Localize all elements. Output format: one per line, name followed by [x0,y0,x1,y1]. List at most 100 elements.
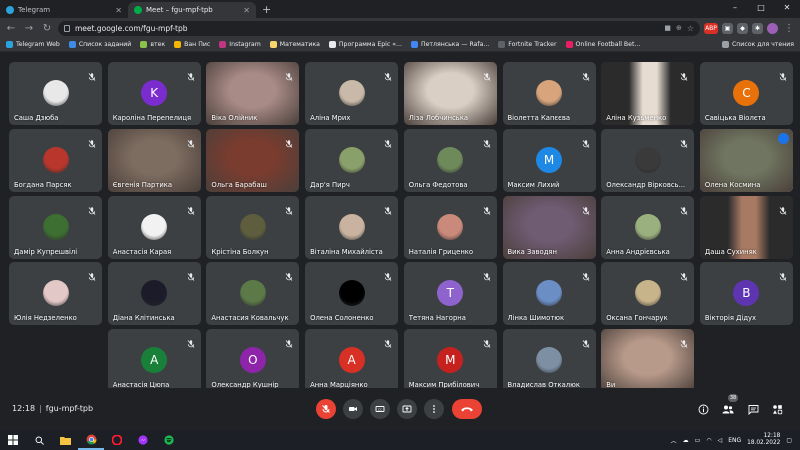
taskbar-spotify[interactable] [156,430,182,450]
participant-tile[interactable]: С Савіцька Віолєта [699,62,793,125]
participant-tile[interactable]: Віка Олiйник [206,62,300,125]
shield-icon[interactable]: ◆ [737,22,748,34]
participant-tile[interactable]: Діана Клітинська [107,262,201,326]
more-options-button[interactable] [424,399,444,419]
participant-tile[interactable]: B Вікторія Дідух [699,262,793,326]
reading-list[interactable]: Список для чтения [721,41,794,48]
search-button[interactable] [26,430,52,450]
mic-muted-icon [87,267,97,282]
cloud-icon[interactable]: ☁ [683,437,689,444]
windows-taskbar: ︿ ☁ ▭ ◠ ◁ ENG 12:18 18.02.2022 ▢ [0,430,800,450]
back-button[interactable]: ← [4,23,18,34]
bookmark-item[interactable]: Online Football Bet... [565,41,640,48]
participant-tile[interactable]: Віолетта Капєєва [502,62,596,125]
participant-tile[interactable]: Саша Дзюба [9,62,102,125]
participant-tile[interactable]: Богдана Парсяк [9,128,102,192]
adblock-icon[interactable]: ABP [704,22,718,34]
camera-button[interactable] [343,399,363,419]
zoom-icon[interactable]: ⊕ [676,24,682,32]
extension-icon[interactable]: ▣ [722,22,733,34]
close-window-button[interactable]: ✕ [774,0,800,16]
bookmark-item[interactable]: Программа Epic «... [328,41,402,48]
new-tab-button[interactable]: + [256,2,277,18]
taskbar-explorer[interactable] [52,430,78,450]
activities-button[interactable] [770,402,784,416]
avatar[interactable] [767,22,778,34]
bookmark-item[interactable]: Петлянська — Rafa... [410,41,489,48]
tray-clock[interactable]: 12:18 18.02.2022 [747,433,780,447]
people-button[interactable] [721,402,735,416]
participant-tile[interactable]: Наталія Гриценко [403,195,497,259]
participant-tile[interactable]: Олександр Вірковсь... [601,128,695,192]
participant-tile[interactable]: Анастасія Карая [107,195,201,259]
bookmark-item[interactable]: Ван Пис [174,41,210,48]
participant-tile[interactable]: Юлія Недзеленко [9,262,102,326]
star-icon[interactable]: ☆ [687,24,694,33]
participant-tile[interactable]: Ольга Барабаш [206,128,300,192]
participant-name: Аліна Кузьменко [606,114,667,122]
participant-tile[interactable]: Дар'я Пирч [305,128,399,192]
participant-tile[interactable]: Ви [601,329,695,393]
participant-tile[interactable]: Ліза Лобчинська [403,62,497,125]
notifications-icon[interactable]: ▢ [786,437,792,444]
battery-icon[interactable]: ▭ [695,437,701,444]
bookmark-item[interactable]: Instagram [219,41,261,48]
participant-tile[interactable]: Аліна Кузьменко [601,62,695,125]
participant-tile[interactable]: Євгенія Партика [107,128,201,192]
participant-tile[interactable]: M Максим Лихий [502,128,596,192]
bookmark-item[interactable]: втек [140,41,165,48]
leave-call-button[interactable] [452,399,482,419]
bookmark-item[interactable]: Математика [269,41,320,48]
participant-tile[interactable]: Даша Сухиняк [699,195,793,259]
taskbar-messenger[interactable] [130,430,156,450]
bookmark-item[interactable]: Fortnite Tracker [498,41,557,48]
participant-tile[interactable]: Анастасия Ковальчук [206,262,300,326]
bookmark-item[interactable]: Список заданий [68,41,131,48]
mic-off-button[interactable] [316,399,336,419]
camera-icon[interactable]: ■ [664,24,671,32]
participant-tile[interactable]: O Олександр Кушнір [206,329,300,393]
participant-tile[interactable]: Дамір Купрешвілі [9,195,102,259]
language-indicator[interactable]: ENG [728,437,741,444]
participant-tile[interactable]: Крістіна Болкун [206,195,300,259]
participant-tile[interactable]: A Анна Марціянко [305,329,399,393]
participant-tile[interactable]: A Анастасія Цюпа [107,329,201,393]
close-icon[interactable]: ✕ [243,6,250,15]
participant-tile[interactable]: Ольга Федотова [403,128,497,192]
present-button[interactable] [397,399,417,419]
taskbar-chrome[interactable] [78,430,104,450]
menu-icon[interactable]: ⋮ [782,23,796,34]
captions-button[interactable]: CC [370,399,390,419]
bookmark-item[interactable]: Telegram Web [6,41,60,48]
volume-icon[interactable]: ◁ [718,437,723,444]
chat-button[interactable] [746,402,760,416]
participant-tile[interactable]: Віталіна Михайлiста [305,195,399,259]
participant-tile[interactable]: Олена Солоненко [305,262,399,326]
maximize-button[interactable]: □ [748,0,774,16]
participant-tile[interactable]: Лінка Шимотюк [502,262,596,326]
participant-tile[interactable]: K Кароліна Перепелиця [107,62,201,125]
tab-telegram[interactable]: Telegram ✕ [0,2,128,18]
avatar: A [338,347,365,374]
close-icon[interactable]: ✕ [115,6,122,15]
participant-tile[interactable]: Аліна Мрих [305,62,399,125]
meeting-details-button[interactable] [696,402,710,416]
tab-meet[interactable]: Meet – fgu-mpf-tpb ✕ [128,2,256,18]
participant-tile[interactable]: Анна Андрієвська [601,195,695,259]
reload-button[interactable]: ↻ [40,23,54,34]
chevron-up-icon[interactable]: ︿ [671,436,677,445]
participant-tile[interactable]: T Тетяна Нагорна [403,262,497,326]
address-bar[interactable]: meet.google.com/fgu-mpf-tpb ■ ⊕ ☆ [58,20,700,36]
forward-button[interactable]: → [22,23,36,34]
participant-tile[interactable]: Вика Заводян [502,195,596,259]
participant-tile[interactable]: Оксана Гончарук [601,262,695,326]
puzzle-icon[interactable]: ✱ [752,22,763,34]
participant-name: Дамір Купрешвілі [14,247,78,256]
participant-tile[interactable]: Олена Космина [699,128,793,192]
start-button[interactable] [0,430,26,450]
participant-tile[interactable]: M Максим Прибілович [403,329,497,393]
taskbar-opera[interactable] [104,430,130,450]
participant-tile[interactable]: Владислав Откалюк [502,329,596,393]
minimize-button[interactable]: – [722,0,748,16]
wifi-icon[interactable]: ◠ [706,437,711,444]
